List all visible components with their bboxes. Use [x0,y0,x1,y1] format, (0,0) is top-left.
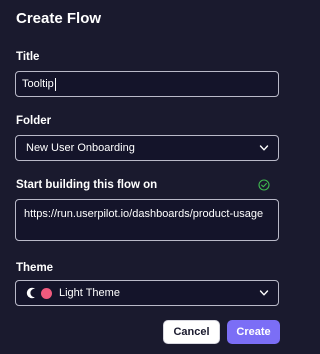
theme-select-value: Light Theme [59,287,120,299]
title-label: Title [16,51,40,63]
create-flow-dialog: Create Flow Title Tooltip Folder New Use… [0,0,295,354]
text-cursor [54,77,56,91]
theme-label: Theme [16,262,54,274]
chevron-down-icon [259,290,269,296]
title-input-value: Tooltip [22,78,54,90]
dialog-title: Create Flow [16,10,102,27]
folder-label: Folder [16,115,52,127]
moon-icon [26,287,38,299]
create-button[interactable]: Create [227,320,280,344]
url-label: Start building this flow on [16,179,158,191]
url-textarea[interactable]: https://run.userpilot.io/dashboards/prod… [15,199,279,241]
title-input[interactable]: Tooltip [15,71,279,97]
folder-select-value: New User Onboarding [26,142,135,154]
cancel-button[interactable]: Cancel [163,320,220,344]
theme-color-swatch [41,287,52,299]
chevron-down-icon [259,145,269,151]
theme-select-content: Light Theme [26,287,120,299]
check-circle-icon [258,179,270,191]
theme-select[interactable]: Light Theme [15,280,279,306]
folder-select[interactable]: New User Onboarding [15,135,279,161]
